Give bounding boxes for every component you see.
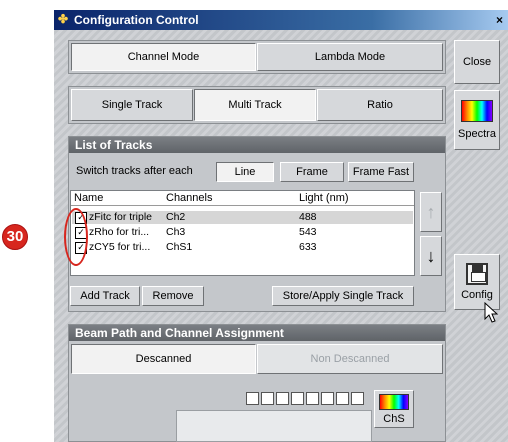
- detector-slot[interactable]: [336, 392, 349, 405]
- window-title: Configuration Control: [74, 13, 199, 27]
- spectrum-icon: [461, 100, 493, 122]
- single-track-button[interactable]: Single Track: [71, 89, 193, 121]
- switch-frame-fast-button[interactable]: Frame Fast: [348, 162, 414, 182]
- annotation-number: 30: [2, 224, 28, 250]
- close-icon[interactable]: ×: [496, 11, 508, 29]
- track-light: 488: [299, 211, 317, 223]
- app-icon: ✤: [58, 12, 69, 26]
- detector-slot[interactable]: [261, 392, 274, 405]
- column-name[interactable]: Name: [74, 191, 103, 205]
- track-channel: Ch3: [166, 226, 186, 238]
- beam-heading: Beam Path and Channel Assignment: [69, 325, 445, 341]
- track-light: 543: [299, 226, 317, 238]
- config-label: Config: [461, 289, 493, 301]
- tracks-heading: List of Tracks: [69, 137, 445, 153]
- add-track-button[interactable]: Add Track: [70, 286, 140, 306]
- lambda-mode-button[interactable]: Lambda Mode: [257, 43, 443, 71]
- chs-label: ChS: [383, 412, 405, 425]
- channel-mode-button[interactable]: Channel Mode: [71, 43, 256, 71]
- close-button[interactable]: Close: [454, 40, 500, 84]
- annotation-ellipse: [64, 208, 88, 266]
- ratio-button[interactable]: Ratio: [317, 89, 443, 121]
- track-row[interactable]: ✓ zRho for tri... Ch3 543: [72, 226, 413, 239]
- detector-area: [176, 410, 372, 442]
- track-name: Fitc for triple: [94, 211, 153, 223]
- spectra-button[interactable]: Spectra: [454, 90, 500, 150]
- non-descanned-button: Non Descanned: [257, 344, 443, 374]
- spectrum-icon: [379, 393, 409, 410]
- floppy-disk-icon: [466, 263, 488, 285]
- track-light: 633: [299, 241, 317, 253]
- multi-track-button[interactable]: Multi Track: [194, 89, 316, 121]
- column-channels[interactable]: Channels: [166, 191, 212, 205]
- detector-slot[interactable]: [246, 392, 259, 405]
- switch-line-button[interactable]: Line: [216, 162, 274, 182]
- store-apply-button[interactable]: Store/Apply Single Track: [272, 286, 414, 306]
- detector-slot[interactable]: [306, 392, 319, 405]
- spectra-label: Spectra: [458, 128, 496, 140]
- tracks-list[interactable]: Name Channels Light (nm) ✓ zFitc for tri…: [70, 190, 415, 276]
- title-bar: Configuration Control: [54, 10, 508, 30]
- track-channel: ChS1: [166, 241, 193, 253]
- remove-button[interactable]: Remove: [142, 286, 204, 306]
- detector-slots: [246, 392, 364, 405]
- chs-button[interactable]: ChS: [374, 390, 414, 428]
- descanned-button[interactable]: Descanned: [71, 344, 256, 374]
- detector-slot[interactable]: [276, 392, 289, 405]
- detector-slot[interactable]: [351, 392, 364, 405]
- arrow-up-icon[interactable]: ↑: [420, 192, 442, 232]
- mouse-cursor-icon: [484, 302, 499, 323]
- switch-label: Switch tracks after each: [76, 165, 193, 177]
- track-row[interactable]: ✓ zFitc for triple Ch2 488: [72, 211, 413, 224]
- track-name: CY5 for tri...: [94, 241, 151, 253]
- detector-slot[interactable]: [321, 392, 334, 405]
- arrow-down-icon[interactable]: ↓: [420, 236, 442, 276]
- switch-frame-button[interactable]: Frame: [280, 162, 344, 182]
- track-row[interactable]: ✓ zCY5 for tri... ChS1 633: [72, 241, 413, 254]
- column-light[interactable]: Light (nm): [299, 191, 349, 205]
- track-name: Rho for tri...: [94, 226, 150, 238]
- detector-slot[interactable]: [291, 392, 304, 405]
- track-channel: Ch2: [166, 211, 186, 223]
